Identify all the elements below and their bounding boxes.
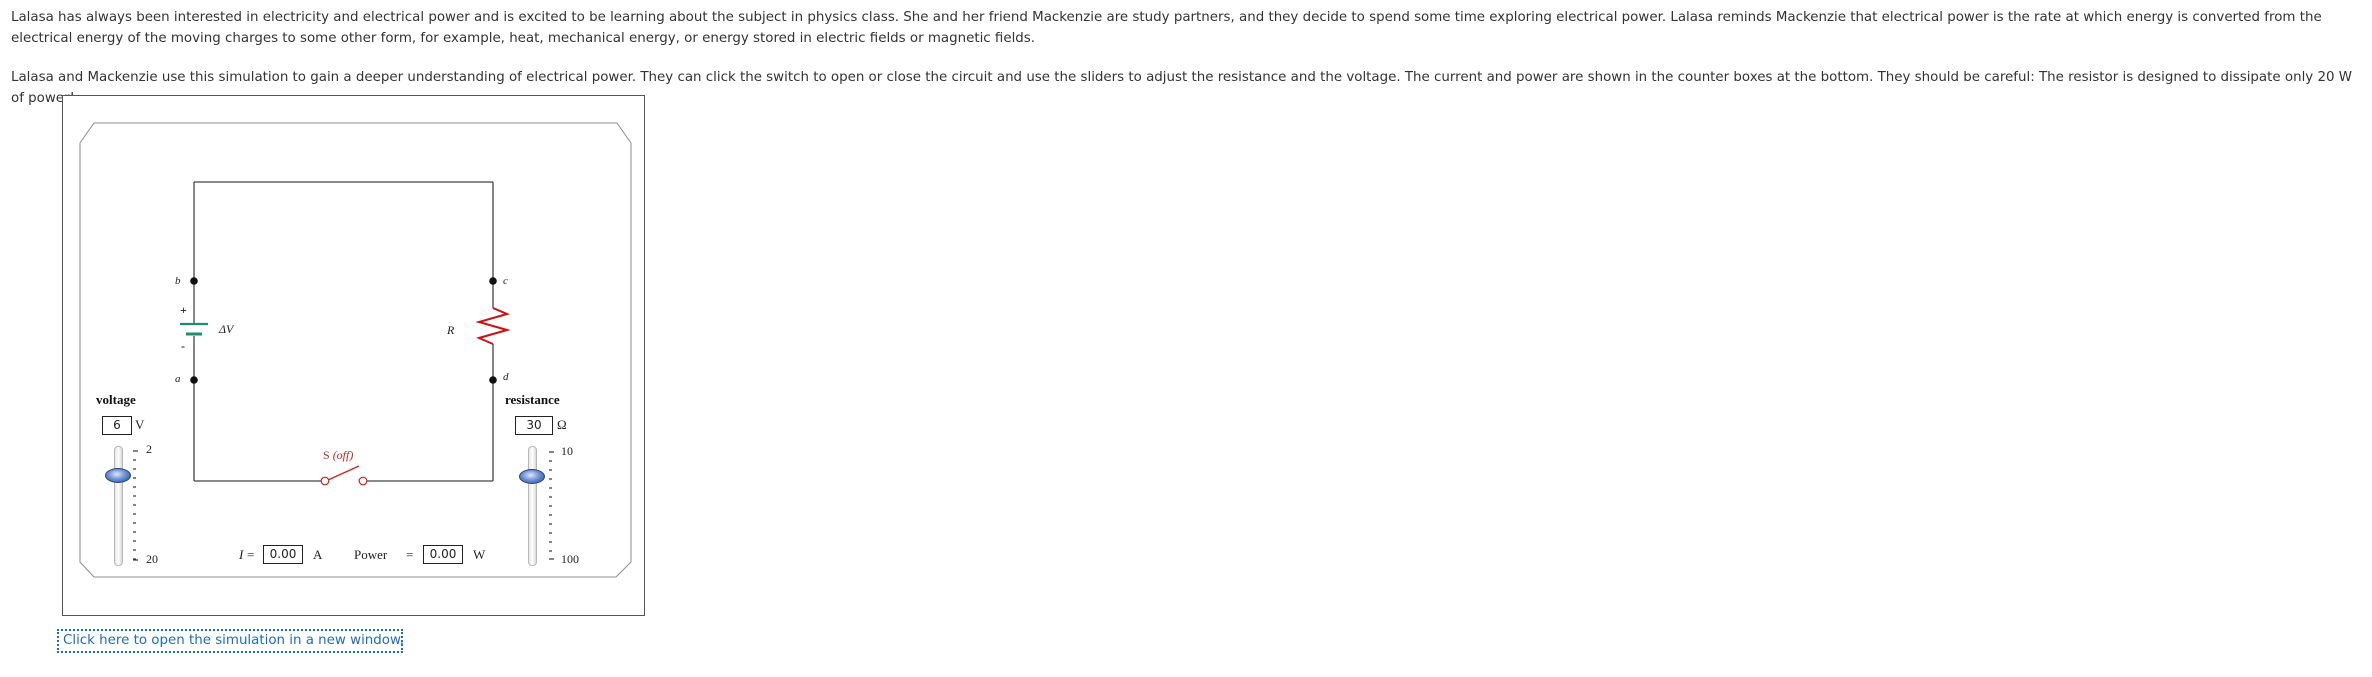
voltage-max-label: 20: [146, 552, 158, 566]
power-equals: =: [406, 547, 414, 562]
voltage-slider-track[interactable]: [114, 446, 123, 566]
resistor-label: R: [447, 323, 455, 337]
intro-paragraph-1: Lalasa has always been interested in ele…: [11, 10, 2322, 46]
resistance-value-box: 30: [515, 416, 553, 435]
node-a-label: a: [175, 373, 181, 385]
power-label: Power: [354, 547, 388, 562]
power-value-box: 0.00: [423, 545, 463, 564]
battery-minus-sign: -: [181, 339, 185, 353]
voltage-min-label: 2: [146, 442, 152, 456]
battery-plus-sign: +: [180, 303, 187, 317]
current-unit: A: [313, 547, 323, 562]
resistance-label: resistance: [505, 392, 560, 407]
circuit-diagram: [79, 122, 632, 578]
resistance-unit: Ω: [557, 417, 567, 432]
current-label: I: [239, 547, 244, 562]
node-a-dot: [190, 376, 198, 384]
current-value-box: 0.00: [263, 545, 303, 564]
node-b-label: b: [175, 275, 181, 287]
voltage-unit: V: [135, 417, 145, 432]
simulation-panel: b a c d + - ΔV R S (off) voltage 6 V 2 2…: [62, 95, 645, 616]
inner-panel: [79, 122, 632, 578]
voltage-label: voltage: [96, 392, 136, 407]
node-d-label: d: [503, 371, 509, 383]
node-b-dot: [190, 277, 198, 285]
node-c-dot: [489, 277, 497, 285]
battery-voltage-label: ΔV: [219, 322, 234, 336]
current-equals: =: [247, 547, 255, 562]
open-simulation-link[interactable]: Click here to open the simulation in a n…: [57, 629, 404, 653]
switch-toggle[interactable]: [315, 458, 371, 492]
voltage-value-box: 6: [102, 416, 132, 435]
resistance-slider-thumb[interactable]: [519, 468, 545, 484]
resistance-min-label: 10: [561, 444, 573, 458]
resistance-slider-track[interactable]: [528, 446, 537, 566]
node-d-dot: [489, 376, 497, 384]
resistance-max-label: 100: [561, 552, 579, 566]
node-c-label: c: [503, 275, 508, 287]
power-unit: W: [473, 547, 486, 562]
